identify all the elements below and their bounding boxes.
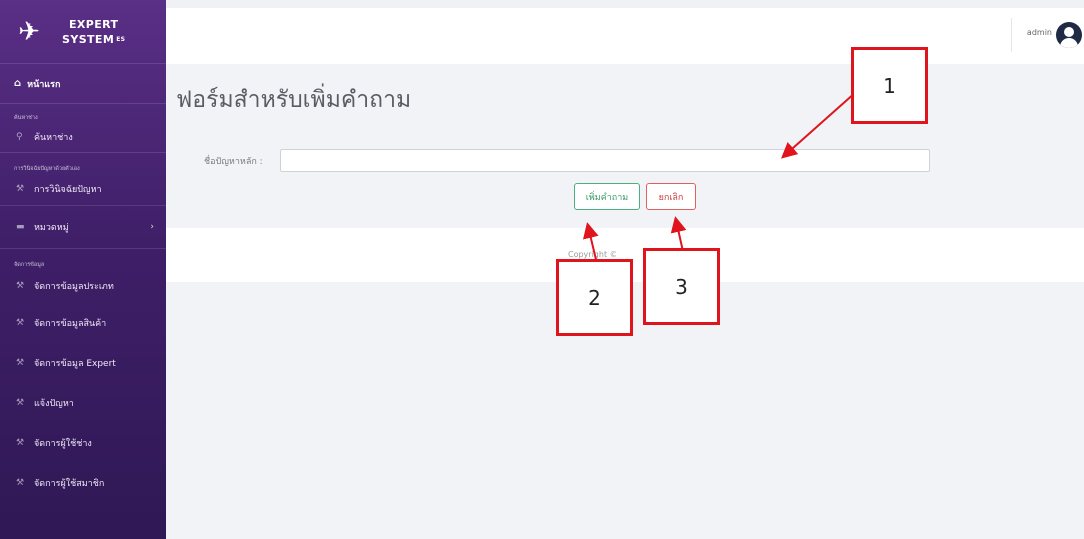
airplane-icon: ✈: [18, 16, 40, 47]
sidebar-item-label: จัดการผู้ใช้ช่าง: [34, 439, 92, 449]
sidebar-item-search[interactable]: ⚲ ค้นหาช่าง: [0, 122, 166, 152]
divider: [0, 248, 166, 249]
section-label-data: จัดการข้อมูล: [14, 262, 45, 268]
sidebar-item-label: จัดการผู้ใช้สมาชิก: [34, 479, 105, 489]
problem-name-input[interactable]: [280, 149, 930, 172]
home-icon: ⌂: [14, 78, 22, 89]
page-title: ฟอร์มสำหรับเพิ่มคำถาม: [176, 87, 412, 113]
brand-line1: EXPERT: [68, 17, 119, 31]
sidebar-item-label: จัดการข้อมูล Expert: [34, 359, 116, 369]
wrench-icon: ⚒: [16, 478, 25, 488]
wrench-icon: ⚒: [16, 358, 25, 368]
chevron-right-icon: ›: [150, 222, 154, 232]
sidebar-item-manage-product[interactable]: ⚒ จัดการข้อมูลสินค้า: [0, 303, 166, 343]
sidebar-item-manage-technician[interactable]: ⚒ จัดการผู้ใช้ช่าง: [0, 423, 166, 463]
annotation-box-2: 2: [556, 259, 633, 336]
wrench-icon: ⚒: [16, 184, 25, 194]
avatar[interactable]: [1056, 22, 1082, 48]
sidebar-item-label: หน้าแรก: [27, 79, 61, 90]
sidebar-item-manage-expert[interactable]: ⚒ จัดการข้อมูล Expert: [0, 343, 166, 383]
footer-copyright: Copyright © Your: [568, 250, 616, 259]
section-label-search: ค้นหาช่าง: [14, 115, 38, 121]
brand-title: EXPERT SYSTEM ES: [62, 17, 125, 47]
sidebar-item-manage-type[interactable]: ⚒ จัดการข้อมูลประเภท: [0, 269, 166, 303]
add-question-button[interactable]: เพิ่มคำถาม: [574, 183, 640, 210]
sidebar-item-label: จัดการข้อมูลประเภท: [34, 282, 114, 292]
sidebar-item-label: ค้นหาช่าง: [34, 133, 73, 143]
brand-suffix: ES: [116, 35, 126, 43]
sidebar-item-category[interactable]: ▬ หมวดหมู่ ›: [0, 206, 166, 248]
sidebar-item-report-problem[interactable]: ⚒ แจ้งปัญหา: [0, 383, 166, 423]
annotation-box-3: 3: [643, 248, 720, 325]
problem-name-label: ชื่อปัญหาหลัก :: [204, 157, 263, 167]
sidebar-item-label: แจ้งปัญหา: [34, 399, 74, 409]
sidebar-item-label: จัดการข้อมูลสินค้า: [34, 319, 107, 329]
folder-icon: ▬: [16, 222, 25, 232]
sidebar: ✈ EXPERT SYSTEM ES ⌂ หน้าแรก ค้นหาช่าง ⚲ …: [0, 0, 166, 539]
sidebar-item-home[interactable]: ⌂ หน้าแรก: [0, 64, 166, 104]
topbar-divider: [1011, 18, 1012, 52]
brand[interactable]: ✈ EXPERT SYSTEM ES: [0, 0, 166, 64]
search-icon: ⚲: [16, 132, 23, 142]
section-label-diagnose: การวินิจฉัยปัญหาด้วยตัวเอง: [14, 166, 80, 172]
topbar: admin: [166, 0, 1084, 64]
wrench-icon: ⚒: [16, 318, 25, 328]
divider: [0, 152, 166, 153]
annotation-box-1: 1: [851, 47, 928, 124]
brand-line2: SYSTEM: [62, 32, 115, 46]
wrench-icon: ⚒: [16, 281, 25, 291]
wrench-icon: ⚒: [16, 398, 25, 408]
wrench-icon: ⚒: [16, 438, 25, 448]
cancel-button[interactable]: ยกเลิก: [646, 183, 696, 210]
sidebar-item-diagnose[interactable]: ⚒ การวินิจฉัยปัญหา: [0, 173, 166, 205]
sidebar-item-label: หมวดหมู่: [34, 223, 69, 233]
user-name[interactable]: admin: [1027, 28, 1052, 37]
sidebar-item-label: การวินิจฉัยปัญหา: [34, 185, 102, 195]
sidebar-item-manage-member[interactable]: ⚒ จัดการผู้ใช้สมาชิก: [0, 463, 166, 503]
